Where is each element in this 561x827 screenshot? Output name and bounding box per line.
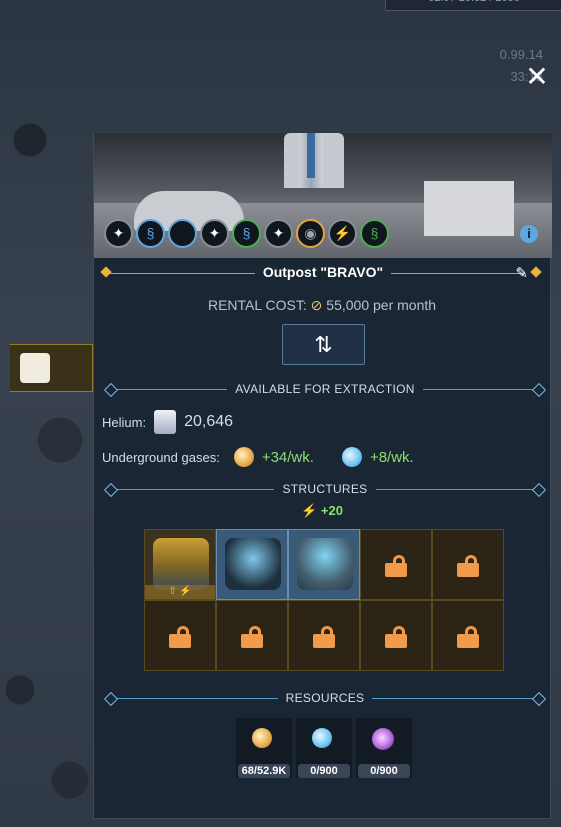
blue-gas-icon: [341, 447, 362, 467]
structure-slot-locked[interactable]: [216, 600, 288, 671]
extraction-header: AVAILABLE FOR EXTRACTION: [102, 382, 548, 398]
gas2-rate: +8/wk.: [369, 448, 414, 466]
empty-slot-icon[interactable]: [168, 219, 197, 248]
unlock-icon: [457, 555, 479, 577]
structure-slot-locked[interactable]: [432, 529, 504, 600]
structure-slot-locked[interactable]: [360, 600, 432, 671]
structure-slot-gas-pump[interactable]: [216, 529, 288, 600]
extractor-icon: [153, 538, 209, 590]
rental-label: RENTAL COST:: [207, 297, 307, 313]
resource-value: 0/900: [298, 764, 350, 778]
gas-pump-icon: [225, 538, 281, 590]
unlock-icon: [385, 626, 407, 648]
helium-value: 20,646: [184, 413, 234, 430]
purple-gas-icon: [372, 728, 394, 750]
side-tab-structure[interactable]: [10, 344, 93, 392]
outpost-panel: ✦ § ✦ § ✦ ◉ ⚡ § i Outpost "BRAVO" ✎ RENT…: [93, 133, 552, 819]
helium-swirl-icon-2[interactable]: §: [232, 219, 261, 248]
structure-slot-locked[interactable]: [288, 600, 360, 671]
power-value: +20: [320, 503, 343, 518]
structure-slot-locked[interactable]: [432, 600, 504, 671]
gases-label: Underground gases:: [102, 449, 220, 465]
resource-orange-gas[interactable]: 68/52.9K: [236, 718, 292, 778]
status-icons: ✦ § ✦ § ✦ ◉ ⚡ §: [104, 219, 389, 248]
transfer-gear-icon: ⇅: [314, 332, 333, 357]
power-output: ⚡ +20: [94, 503, 550, 519]
pencil-icon[interactable]: ✎: [515, 264, 528, 282]
structure-slot-locked[interactable]: [360, 529, 432, 600]
structures-header: STRUCTURES: [102, 482, 548, 498]
sun-icon-2[interactable]: ✦: [200, 219, 229, 248]
lightning-icon[interactable]: ⚡: [328, 219, 357, 248]
resource-blue-gas[interactable]: 0/900: [296, 718, 352, 778]
resources-header: RESOURCES: [102, 691, 548, 707]
helium-label: Helium:: [102, 414, 147, 430]
helium-swirl-icon[interactable]: §: [136, 219, 165, 248]
unlock-icon: [169, 626, 191, 648]
rental-value: 55,000 per month: [326, 297, 437, 313]
orange-gas-icon: [233, 447, 254, 467]
gases-row: Underground gases: +34/wk. +8/wk.: [102, 447, 414, 467]
structure-icon: [20, 353, 50, 383]
gas1-rate: +34/wk.: [261, 448, 314, 466]
unlock-icon: [241, 626, 263, 648]
green-swirl-icon[interactable]: §: [360, 219, 389, 248]
manage-button[interactable]: ⇅: [282, 324, 365, 365]
sun-icon-3[interactable]: ✦: [264, 219, 293, 248]
close-button[interactable]: ✕: [524, 63, 550, 91]
unlock-icon: [385, 555, 407, 577]
outpost-title-bar: Outpost "BRAVO" ✎: [100, 264, 544, 284]
rental-cost: RENTAL COST: ⊘ 55,000 per month: [94, 297, 550, 314]
structures-grid: ⇧ ⚡: [144, 529, 504, 672]
lightning-icon: ⚡: [301, 503, 318, 518]
resource-value: 0/900: [358, 764, 410, 778]
blue-gas-icon: [312, 728, 332, 748]
outpost-title: Outpost "BRAVO": [254, 264, 392, 280]
outpost-image: ✦ § ✦ § ✦ ◉ ⚡ § i: [94, 133, 552, 258]
sun-icon[interactable]: ✦: [104, 219, 133, 248]
storage-dome-icon: [297, 538, 353, 590]
unlock-icon: [313, 626, 335, 648]
structure-slot-storage-dome[interactable]: [288, 529, 360, 600]
upgrade-badge: ⇧ ⚡: [145, 585, 215, 599]
resource-purple-gas[interactable]: 0/900: [356, 718, 412, 778]
unlock-icon: [457, 626, 479, 648]
structure-slot-locked[interactable]: [144, 600, 216, 671]
info-icon[interactable]: i: [520, 225, 538, 243]
resource-value: 68/52.9K: [238, 764, 290, 778]
clock-readout: 02:07 20.02 / 2056: [385, 0, 561, 11]
crater-icon[interactable]: ◉: [296, 219, 325, 248]
coin-icon: ⊘: [310, 297, 323, 313]
helium-icon: [154, 410, 177, 434]
helium-row: Helium: 20,646: [102, 410, 233, 434]
orange-gas-icon: [252, 728, 272, 748]
structure-slot-extractor[interactable]: ⇧ ⚡: [144, 529, 216, 600]
